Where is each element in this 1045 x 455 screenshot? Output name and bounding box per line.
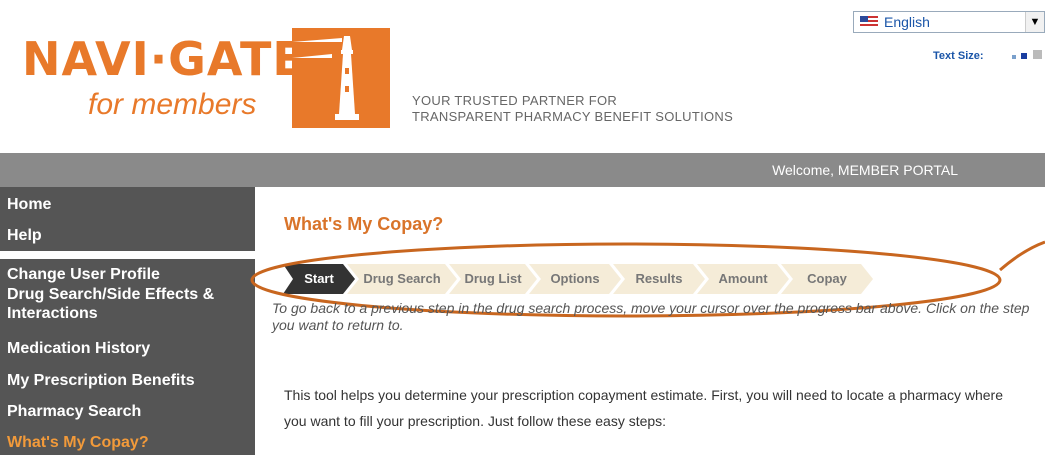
sidebar-item-help[interactable]: Help — [7, 226, 252, 245]
sidebar-item-drug-search[interactable]: Drug Search/Side Effects & Interactions — [7, 285, 247, 323]
sidebar-item-prescription-benefits[interactable]: My Prescription Benefits — [7, 371, 252, 390]
logo-subtitle: for members — [88, 88, 257, 121]
tagline-line-2: TRANSPARENT PHARMACY BENEFIT SOLUTIONS — [412, 109, 734, 124]
tagline: YOUR TRUSTED PARTNER FOR TRANSPARENT PHA… — [412, 93, 733, 125]
sidebar-item-whats-my-copay[interactable]: What's My Copay? — [7, 433, 252, 452]
text-size-small-button[interactable] — [1012, 55, 1016, 59]
page-title: What's My Copay? — [284, 214, 444, 234]
language-value: English — [884, 14, 930, 30]
logo-wordmark: NAVI·GATE — [22, 32, 305, 86]
us-flag-icon — [860, 16, 878, 28]
sidebar-divider — [0, 251, 255, 259]
logo[interactable]: NAVI·GATE for members — [22, 28, 402, 138]
lighthouse-icon — [292, 28, 390, 128]
progress-instructions: To go back to a previous step in the dru… — [272, 300, 1030, 333]
intro-text: This tool helps you determine your presc… — [284, 387, 1004, 429]
sidebar-item-medication-history[interactable]: Medication History — [7, 339, 252, 358]
sign-out-link[interactable]: Sign Out — [958, 9, 1012, 25]
text-size-medium-button[interactable] — [1021, 53, 1027, 59]
sidebar-item-change-user-profile[interactable]: Change User Profile — [7, 265, 252, 284]
welcome-bar: Welcome, MEMBER PORTAL — [0, 153, 1045, 187]
sidebar: Home Help Change User Profile Drug Searc… — [0, 187, 255, 455]
text-size-large-button[interactable] — [1033, 50, 1042, 59]
tagline-line-1: YOUR TRUSTED PARTNER FOR — [412, 93, 618, 108]
text-size-label: Text Size: — [933, 50, 984, 62]
sidebar-item-home[interactable]: Home — [7, 195, 252, 214]
welcome-text: Welcome, MEMBER PORTAL — [772, 162, 958, 178]
chevron-down-icon[interactable]: ▼ — [1025, 12, 1044, 32]
sidebar-item-pharmacy-search[interactable]: Pharmacy Search — [7, 402, 252, 421]
language-select[interactable]: English ▼ — [853, 11, 1045, 33]
